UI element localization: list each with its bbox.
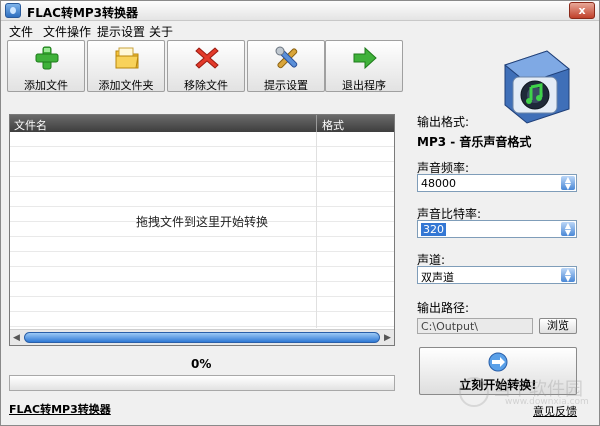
output-format-value: MP3 - 音乐声音格式	[417, 135, 532, 149]
dropdown-arrow-icon[interactable]: ▲ ▼	[561, 176, 575, 191]
output-path-value: C:\Output\	[421, 320, 479, 333]
remove-file-label: 移除文件	[184, 79, 228, 92]
progress-percent: 0%	[191, 357, 212, 371]
file-list-header: 文件名 格式	[10, 115, 394, 132]
scroll-right-icon[interactable]: ▶	[384, 333, 391, 343]
add-file-label: 添加文件	[24, 79, 68, 92]
prompt-settings-button[interactable]: 提示设置	[247, 40, 325, 92]
close-button[interactable]: x	[569, 2, 595, 19]
channel-value: 双声道	[421, 271, 454, 284]
add-folder-button[interactable]: 添加文件夹	[87, 40, 165, 92]
convert-icon	[488, 352, 508, 372]
folder-icon	[115, 47, 139, 69]
column-divider[interactable]	[316, 115, 317, 132]
app-window: FLAC转MP3转换器 x 文件 文件操作 提示设置 关于 添加文件 添加文件夹…	[0, 0, 600, 426]
menu-bar: 文件 文件操作 提示设置 关于	[1, 21, 599, 39]
app-name-link[interactable]: FLAC转MP3转换器	[9, 401, 111, 417]
browse-button[interactable]: 浏览	[539, 318, 577, 334]
add-folder-label: 添加文件夹	[98, 79, 154, 92]
watermark-logo-icon	[459, 377, 489, 407]
menu-about[interactable]: 关于	[149, 23, 173, 40]
output-path-label: 输出路径:	[417, 301, 470, 315]
feedback-link[interactable]: 意见反馈	[533, 403, 577, 419]
column-format[interactable]: 格式	[322, 117, 344, 133]
app-icon	[5, 3, 21, 18]
red-x-icon	[195, 47, 219, 69]
remove-file-button[interactable]: 移除文件	[167, 40, 245, 92]
menu-prompt-settings[interactable]: 提示设置	[97, 23, 145, 40]
output-format-label: 输出格式:	[417, 115, 470, 129]
title-bar[interactable]: FLAC转MP3转换器 x	[1, 1, 599, 21]
file-list-body[interactable]	[10, 132, 394, 328]
progress-bar	[9, 375, 395, 391]
bitrate-value: 320	[421, 223, 446, 236]
tools-icon	[275, 46, 298, 69]
column-line	[316, 132, 317, 328]
horizontal-scrollbar[interactable]: ◀ ▶	[10, 329, 394, 345]
file-list[interactable]: 文件名 格式 拖拽文件到这里开始转换 ◀ ▶	[9, 114, 395, 346]
drop-hint: 拖拽文件到这里开始转换	[135, 215, 268, 229]
green-plus-icon	[35, 46, 59, 70]
exit-arrow-icon	[353, 46, 377, 70]
menu-file-ops[interactable]: 文件操作	[43, 23, 91, 40]
menu-file[interactable]: 文件	[9, 23, 33, 40]
scroll-left-icon[interactable]: ◀	[13, 333, 20, 343]
bitrate-select[interactable]: 320 ▲ ▼	[417, 220, 577, 238]
channel-select[interactable]: 双声道 ▲ ▼	[417, 266, 577, 284]
column-filename[interactable]: 文件名	[14, 117, 47, 133]
music-device-icon	[503, 50, 571, 124]
dropdown-arrow-icon[interactable]: ▲ ▼	[561, 268, 575, 283]
sample-rate-value: 48000	[421, 177, 456, 190]
exit-program-button[interactable]: 退出程序	[325, 40, 403, 92]
dropdown-arrow-icon[interactable]: ▲ ▼	[561, 222, 575, 237]
sample-rate-select[interactable]: 48000 ▲ ▼	[417, 174, 577, 192]
scroll-thumb[interactable]	[24, 332, 380, 343]
add-file-button[interactable]: 添加文件	[7, 40, 85, 92]
prompt-settings-label: 提示设置	[264, 79, 308, 92]
output-path-field[interactable]: C:\Output\	[417, 318, 533, 334]
window-title: FLAC转MP3转换器	[27, 6, 139, 20]
exit-program-label: 退出程序	[342, 79, 386, 92]
